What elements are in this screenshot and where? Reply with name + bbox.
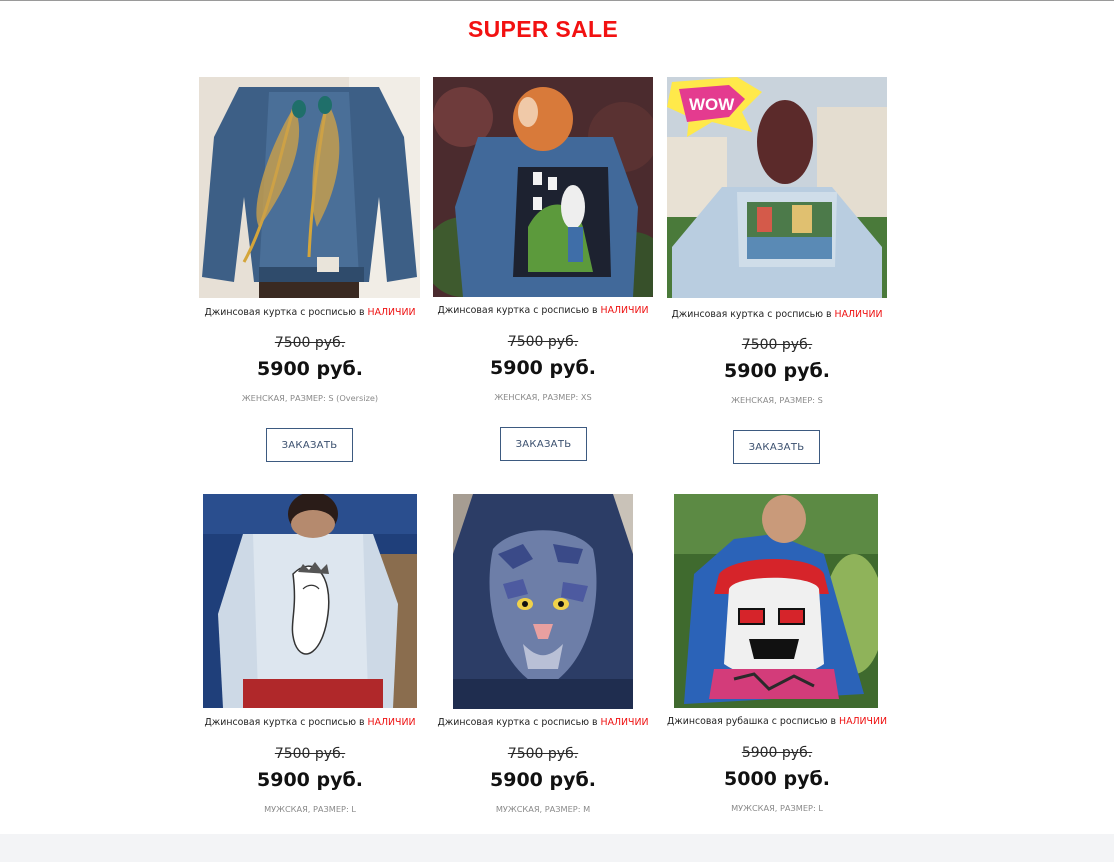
product-description: Джинсовая рубашка с росписью в НАЛИЧИИ (666, 716, 887, 727)
old-price: 7500 руб. (274, 746, 346, 762)
sale-price: 5000 руб. (724, 768, 830, 790)
product-description: Джинсовая куртка с росписью в НАЛИЧИИ (437, 717, 649, 728)
product-size-info: МУЖСКАЯ, РАЗМЕР: L (264, 804, 356, 814)
product-card: Джинсовая куртка с росписью в НАЛИЧИИ 75… (426, 0, 660, 830)
sale-price: 5900 руб. (490, 769, 596, 791)
product-photo-queen-jacket[interactable] (203, 494, 417, 708)
old-price: 7500 руб. (507, 746, 579, 762)
product-photo-leopard-jacket[interactable] (453, 494, 633, 709)
sale-price: 5900 руб. (257, 769, 363, 791)
product-photo-skull-shirt[interactable] (674, 494, 878, 708)
product-size-info: МУЖСКАЯ, РАЗМЕР: L (731, 803, 823, 813)
product-card: Джинсовая куртка с росписью в НАЛИЧИИ 75… (193, 0, 427, 830)
footer-band (0, 834, 1114, 862)
old-price: 5900 руб. (741, 745, 813, 761)
product-description: Джинсовая куртка с росписью в НАЛИЧИИ (204, 717, 416, 728)
product-card: Джинсовая рубашка с росписью в НАЛИЧИИ 5… (660, 0, 894, 830)
product-size-info: МУЖСКАЯ, РАЗМЕР: M (495, 804, 591, 814)
